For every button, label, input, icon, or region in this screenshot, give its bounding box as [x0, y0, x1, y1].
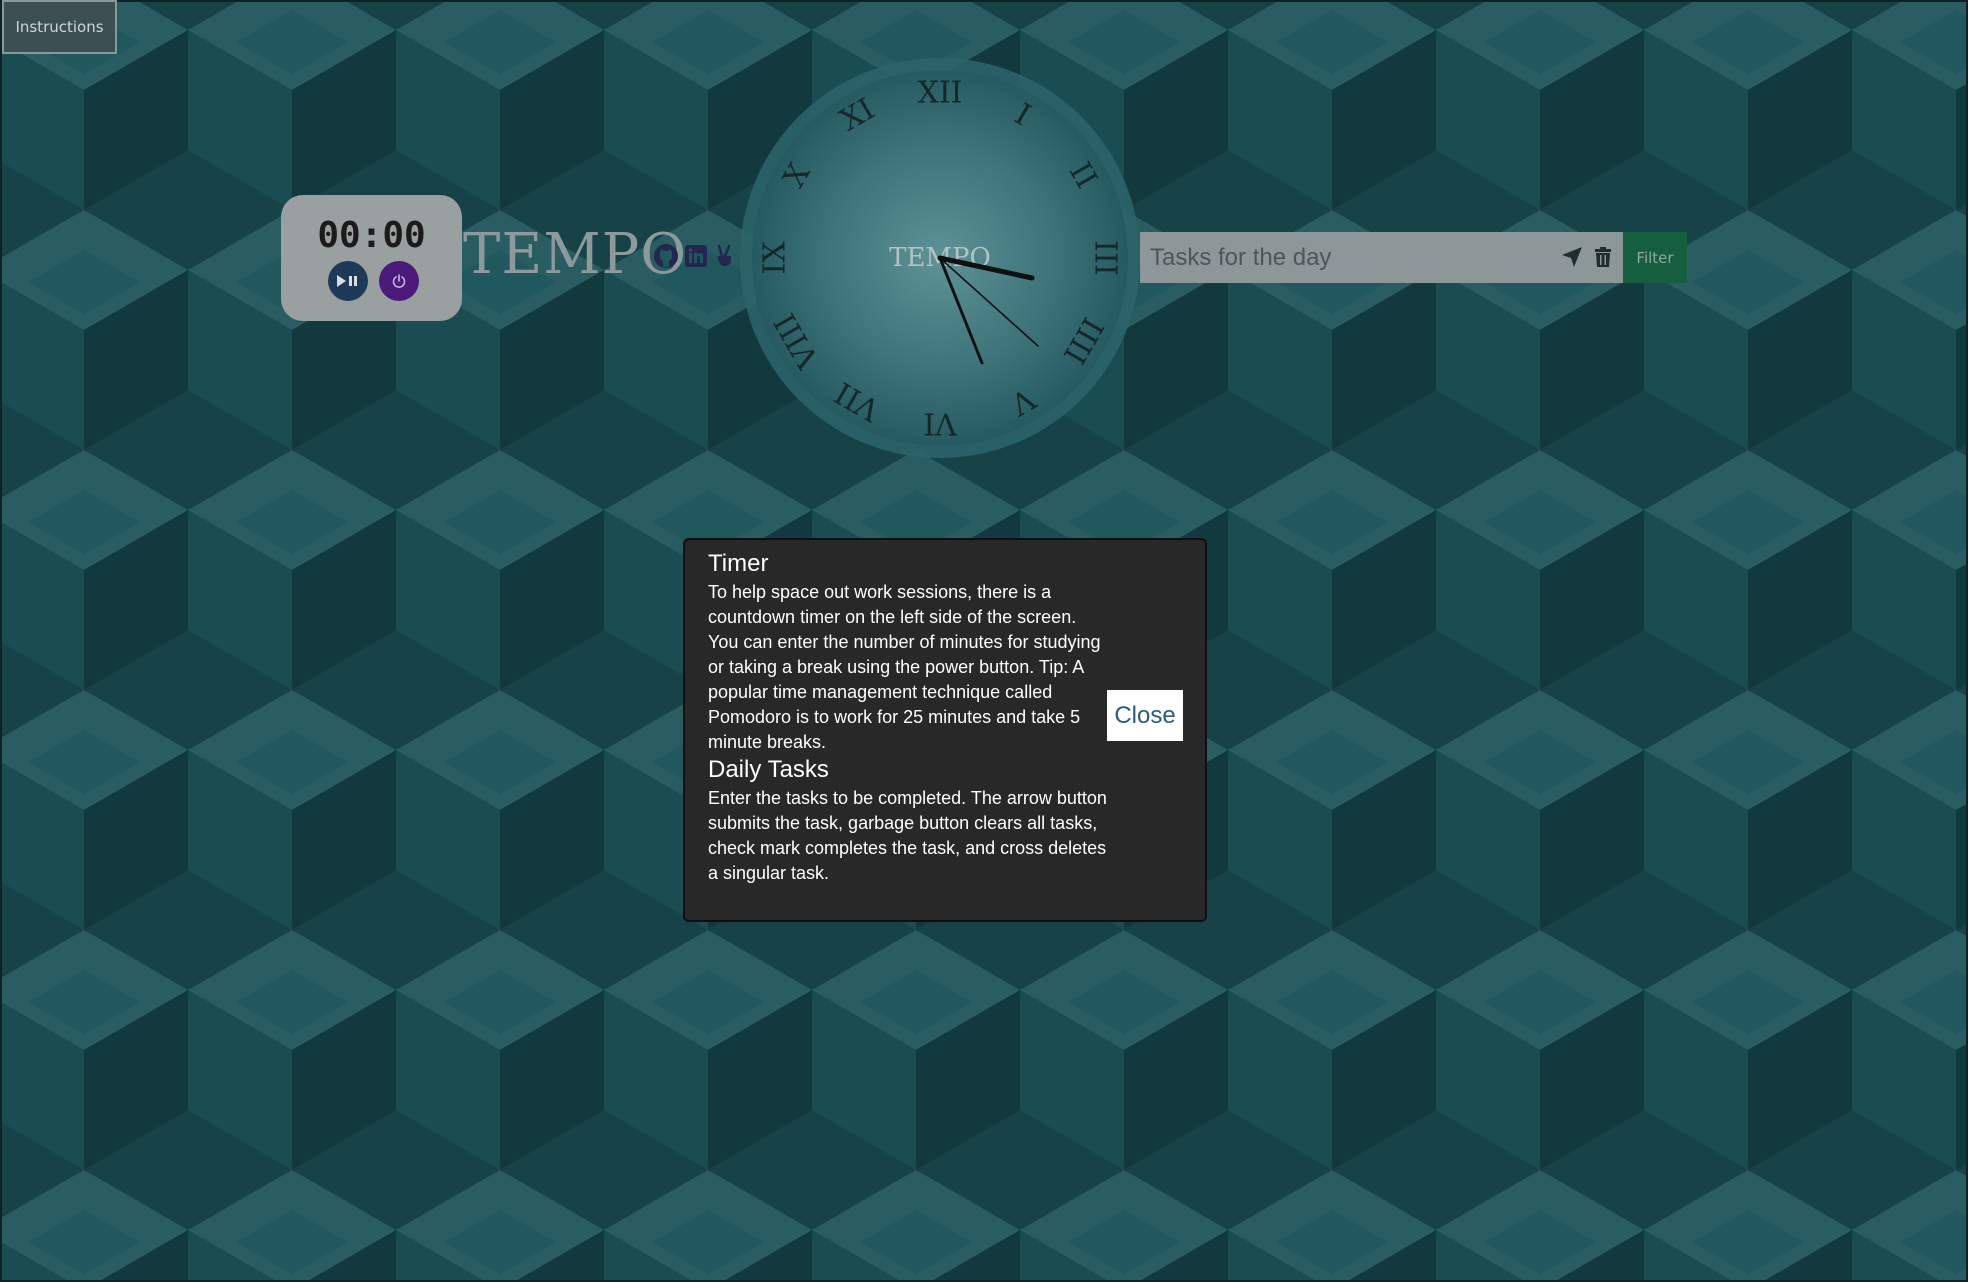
- filter-button[interactable]: Filter: [1623, 232, 1687, 283]
- trash-icon: [1595, 247, 1611, 267]
- clock-numeral: III: [1088, 240, 1123, 276]
- arrow-icon: [1562, 247, 1582, 267]
- clock-numeral: VI: [923, 406, 958, 441]
- github-icon: [654, 244, 678, 268]
- linkedin-link[interactable]: [684, 243, 708, 269]
- linkedin-icon: [685, 245, 707, 267]
- power-icon: [392, 274, 406, 288]
- peace-link[interactable]: [713, 243, 735, 269]
- clock-numeral: XII: [917, 76, 962, 111]
- daily-tasks-description: Enter the tasks to be completed. The arr…: [708, 788, 1107, 883]
- timer-card: 00:00: [281, 195, 462, 321]
- play-pause-button[interactable]: [328, 261, 368, 301]
- clock-numeral: IX: [758, 241, 793, 275]
- analog-clock: XIIIIIIIIIIIIVVIVIIVIIIIXXXI TEMPO: [740, 58, 1140, 458]
- submit-task-button[interactable]: [1560, 245, 1584, 269]
- instructions-modal: Timer To help space out work sessions, t…: [683, 538, 1207, 922]
- clear-tasks-button[interactable]: [1591, 245, 1615, 269]
- play-pause-icon: [337, 275, 357, 287]
- task-input[interactable]: [1140, 232, 1623, 283]
- github-link[interactable]: [652, 243, 680, 269]
- task-bar: Filter: [1140, 232, 1687, 283]
- daily-tasks-heading: Daily Tasks: [708, 756, 829, 783]
- peace-icon: [717, 244, 731, 266]
- instructions-button[interactable]: Instructions: [2, 0, 117, 54]
- timer-heading: Timer: [708, 550, 769, 577]
- timer-display: 00:00: [317, 215, 426, 256]
- close-button[interactable]: Close: [1107, 690, 1183, 741]
- power-button[interactable]: [379, 261, 419, 301]
- timer-description: To help space out work sessions, there i…: [708, 582, 1101, 752]
